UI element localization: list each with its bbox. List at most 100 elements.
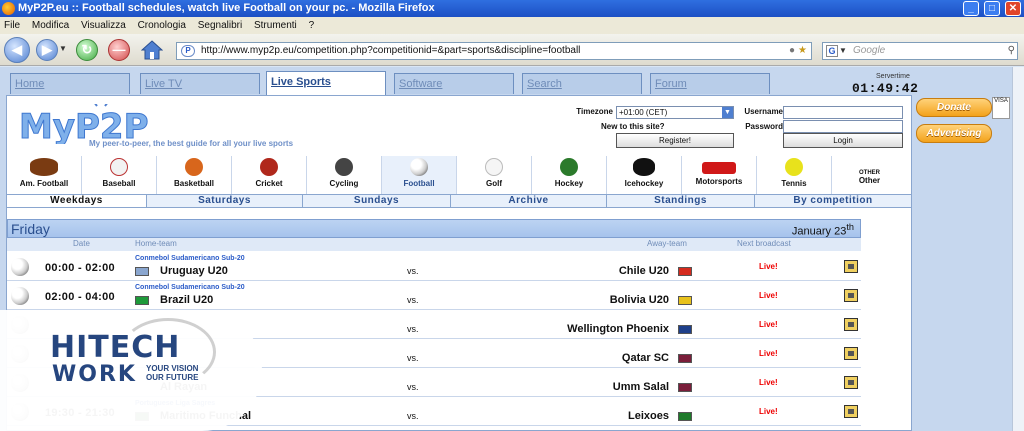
password-field[interactable] bbox=[783, 120, 903, 133]
search-magnifier-icon[interactable]: ⚲ bbox=[1008, 43, 1015, 59]
home-icon[interactable] bbox=[140, 39, 164, 61]
forward-arrow-icon[interactable]: ▶ bbox=[36, 39, 58, 61]
myp2p-logo[interactable]: MyP2P bbox=[17, 97, 197, 148]
live-badge[interactable]: Live! bbox=[759, 349, 778, 358]
away-team[interactable]: Qatar SC bbox=[622, 352, 669, 364]
race-car-icon bbox=[702, 162, 736, 174]
login-button[interactable]: Login bbox=[783, 133, 903, 148]
home-team[interactable]: Brazil U20 bbox=[160, 294, 213, 306]
am-football-icon bbox=[30, 158, 58, 176]
tab-search[interactable]: Search bbox=[522, 73, 642, 94]
tab-live-tv[interactable]: Live TV bbox=[140, 73, 260, 94]
tv-icon[interactable] bbox=[844, 376, 858, 389]
home-team[interactable]: Uruguay U20 bbox=[160, 265, 228, 277]
column-away-team: Away-team bbox=[647, 239, 687, 248]
page-scrollbar[interactable] bbox=[1012, 67, 1024, 431]
tennis-ball-icon bbox=[785, 158, 803, 176]
tab-weekdays[interactable]: Weekdays bbox=[7, 195, 147, 207]
versus-label: vs. bbox=[407, 324, 419, 334]
live-badge[interactable]: Live! bbox=[759, 378, 778, 387]
tv-icon[interactable] bbox=[844, 260, 858, 273]
username-field[interactable] bbox=[783, 106, 903, 119]
back-arrow-icon[interactable]: ◀ bbox=[4, 37, 30, 63]
table-row[interactable]: 00:00 - 02:00 Conmebol Sudamericano Sub-2… bbox=[7, 253, 861, 281]
tab-by-competition[interactable]: By competition bbox=[755, 195, 911, 207]
close-button[interactable]: ✕ bbox=[1005, 1, 1021, 16]
advertising-button[interactable]: Advertising bbox=[916, 124, 992, 143]
servertime-label: Servertime bbox=[876, 73, 910, 80]
menu-modifica[interactable]: Modifica bbox=[32, 20, 69, 31]
menu-visualizza[interactable]: Visualizza bbox=[81, 20, 126, 31]
match-time: 00:00 - 02:00 bbox=[45, 262, 115, 274]
tv-icon[interactable] bbox=[844, 289, 858, 302]
column-home-team: Home-team bbox=[135, 239, 177, 248]
site-favicon-icon: P bbox=[181, 45, 195, 57]
search-placeholder: Google bbox=[853, 45, 886, 56]
live-badge[interactable]: Live! bbox=[759, 320, 778, 329]
tab-software[interactable]: Software bbox=[394, 73, 514, 94]
match-time: 02:00 - 04:00 bbox=[45, 291, 115, 303]
sport-baseball[interactable]: Baseball bbox=[82, 156, 157, 194]
versus-label: vs. bbox=[407, 266, 419, 276]
tv-icon[interactable] bbox=[844, 347, 858, 360]
sport-cycling[interactable]: Cycling bbox=[307, 156, 382, 194]
location-icon[interactable]: ● bbox=[789, 43, 795, 59]
history-dropdown-icon[interactable]: ▼ bbox=[58, 39, 68, 61]
away-team[interactable]: Leixoes bbox=[628, 410, 669, 422]
league-link[interactable]: Conmebol Sudamericano Sub-20 bbox=[135, 255, 245, 262]
register-button[interactable]: Register! bbox=[616, 133, 734, 148]
column-date: Date bbox=[73, 239, 90, 248]
donate-button[interactable]: Donate bbox=[916, 98, 992, 117]
menu-file[interactable]: File bbox=[4, 20, 20, 31]
cycling-icon bbox=[335, 158, 353, 176]
address-bar[interactable]: P http://www.myp2p.eu/competition.php?co… bbox=[176, 42, 812, 60]
home-flag-icon bbox=[135, 267, 149, 276]
live-badge[interactable]: Live! bbox=[759, 291, 778, 300]
bookmark-star-icon[interactable]: ★ bbox=[798, 43, 807, 59]
tab-sundays[interactable]: Sundays bbox=[303, 195, 451, 207]
menu-bar: File Modifica Visualizza Cronologia Segn… bbox=[0, 17, 1024, 34]
sport-football[interactable]: Football bbox=[382, 156, 457, 194]
league-link[interactable]: Conmebol Sudamericano Sub-20 bbox=[135, 284, 245, 291]
live-badge[interactable]: Live! bbox=[759, 407, 778, 416]
live-badge[interactable]: Live! bbox=[759, 262, 778, 271]
sport-icehockey[interactable]: Icehockey bbox=[607, 156, 682, 194]
reload-icon[interactable]: ↻ bbox=[76, 39, 98, 61]
minimize-button[interactable]: _ bbox=[963, 1, 979, 16]
sport-motorsports[interactable]: Motorsports bbox=[682, 156, 757, 194]
away-team[interactable]: Wellington Phoenix bbox=[567, 323, 669, 335]
baseball-icon bbox=[110, 158, 128, 176]
chevron-down-icon[interactable]: ▼ bbox=[722, 107, 733, 118]
tab-saturdays[interactable]: Saturdays bbox=[147, 195, 303, 207]
tab-archive[interactable]: Archive bbox=[451, 195, 607, 207]
window-title-bar[interactable]: MyP2P.eu :: Football schedules, watch li… bbox=[0, 0, 1024, 17]
away-team[interactable]: Umm Salal bbox=[613, 381, 669, 393]
tv-icon[interactable] bbox=[844, 318, 858, 331]
tab-forum[interactable]: Forum bbox=[650, 73, 770, 94]
menu-cronologia[interactable]: Cronologia bbox=[138, 20, 186, 31]
tab-live-sports[interactable]: Live Sports bbox=[266, 71, 386, 95]
maximize-button[interactable]: □ bbox=[984, 1, 1000, 16]
tab-standings[interactable]: Standings bbox=[607, 195, 755, 207]
tab-home[interactable]: Home bbox=[10, 73, 130, 94]
sport-other[interactable]: OTHER Other bbox=[832, 156, 907, 194]
sport-am-football[interactable]: Am. Football bbox=[7, 156, 82, 194]
sport-hockey[interactable]: Hockey bbox=[532, 156, 607, 194]
cricket-ball-icon bbox=[260, 158, 278, 176]
timezone-select[interactable]: +01:00 (CET) ▼ bbox=[616, 106, 734, 119]
menu-strumenti[interactable]: Strumenti bbox=[254, 20, 297, 31]
sport-tennis[interactable]: Tennis bbox=[757, 156, 832, 194]
sport-basketball[interactable]: Basketball bbox=[157, 156, 232, 194]
search-input[interactable]: G ▼ Google ⚲ bbox=[822, 42, 1018, 60]
window-title: MyP2P.eu :: Football schedules, watch li… bbox=[18, 2, 435, 14]
sport-cricket[interactable]: Cricket bbox=[232, 156, 307, 194]
away-team[interactable]: Chile U20 bbox=[619, 265, 669, 277]
search-engine-dropdown-icon[interactable]: ▼ bbox=[839, 43, 847, 59]
menu-help[interactable]: ? bbox=[309, 20, 315, 31]
tv-icon[interactable] bbox=[844, 405, 858, 418]
table-row[interactable]: 02:00 - 04:00 Conmebol Sudamericano Sub-2… bbox=[7, 282, 861, 310]
stop-icon[interactable]: — bbox=[108, 39, 130, 61]
menu-segnalibri[interactable]: Segnalibri bbox=[198, 20, 242, 31]
sport-golf[interactable]: Golf bbox=[457, 156, 532, 194]
away-team[interactable]: Bolivia U20 bbox=[610, 294, 669, 306]
